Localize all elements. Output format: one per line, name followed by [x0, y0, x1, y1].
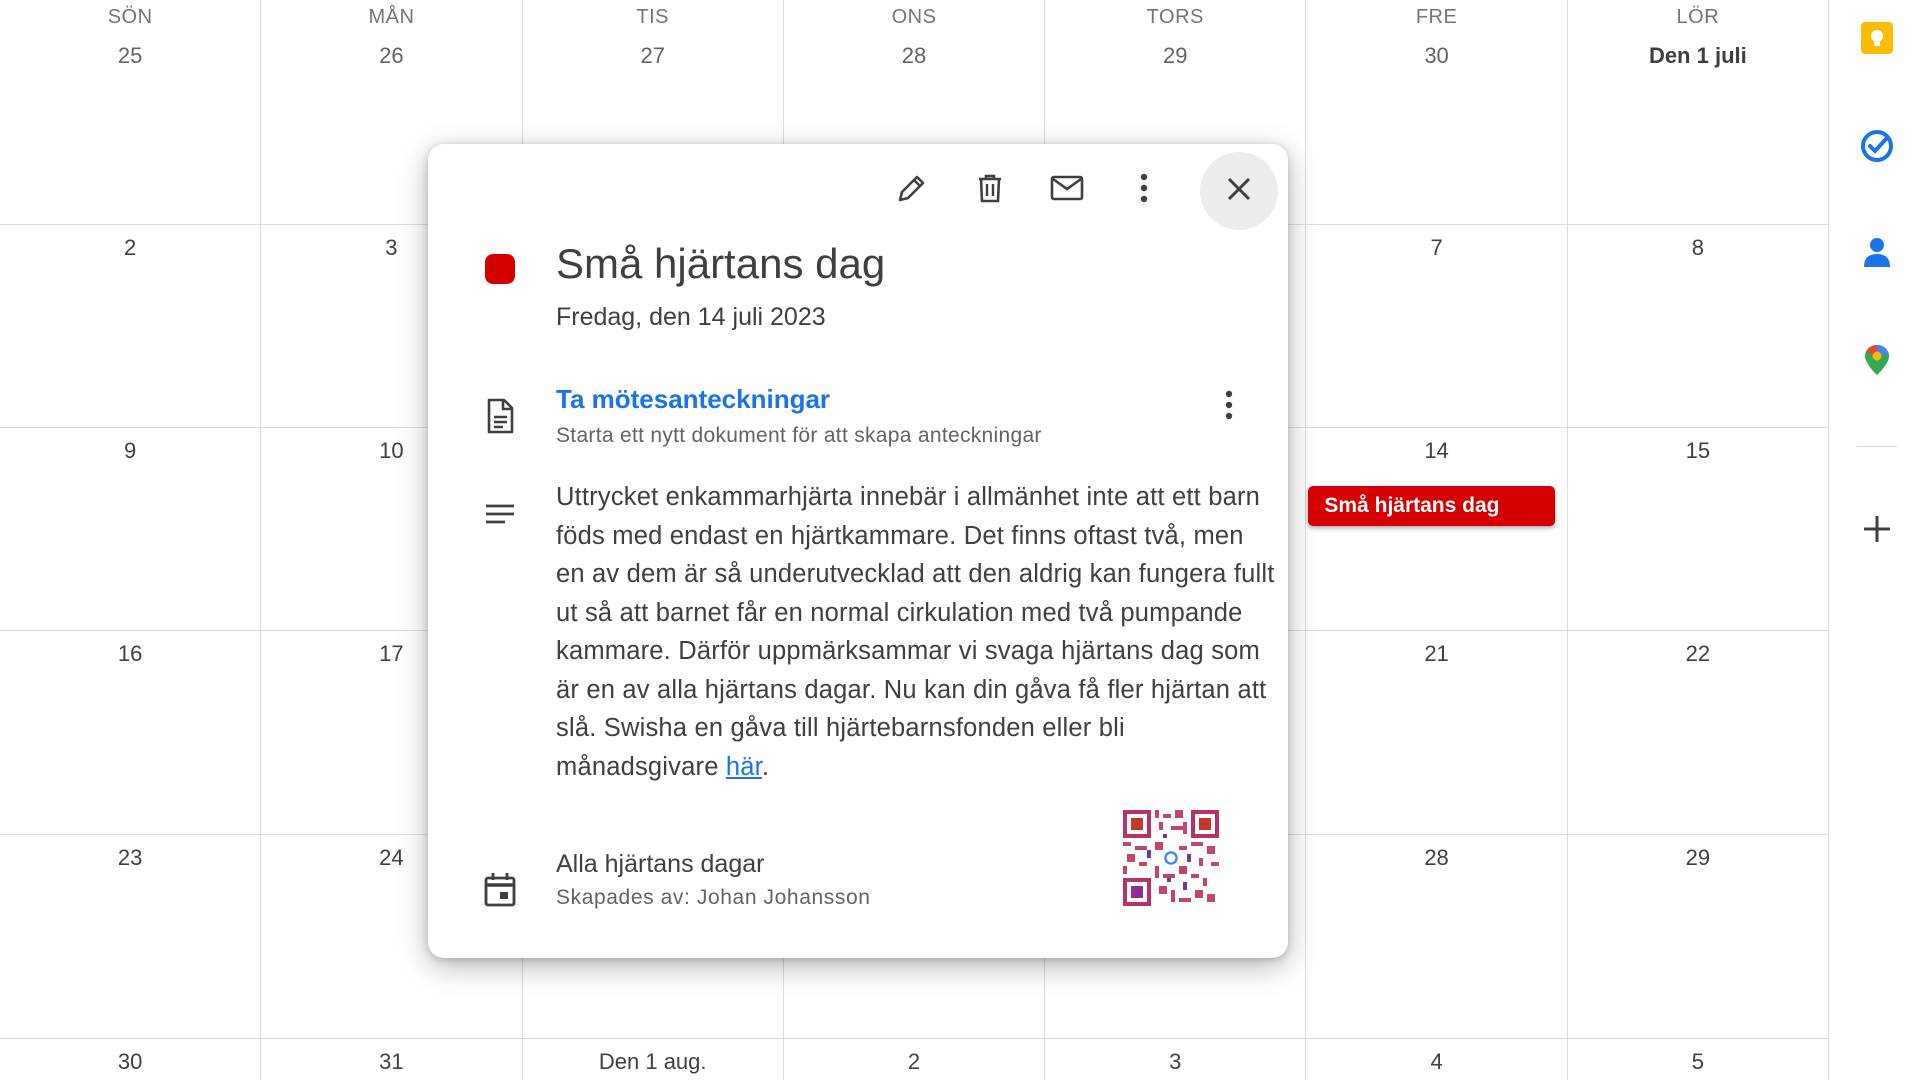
more-options-button[interactable] — [1122, 168, 1166, 212]
email-icon — [1049, 171, 1085, 210]
weekday-label: MÅN — [368, 6, 415, 28]
delete-button[interactable] — [968, 168, 1012, 212]
day-number[interactable]: 21 — [1306, 641, 1566, 667]
day-number[interactable]: 27 — [523, 43, 783, 69]
day-cell[interactable]: LÖR Den 1 juli — [1567, 0, 1829, 225]
calendar-icon — [480, 869, 520, 909]
close-icon — [1225, 175, 1253, 208]
day-cell[interactable]: 7 — [1306, 225, 1568, 428]
day-number[interactable]: 31 — [261, 1049, 521, 1075]
day-cell[interactable]: 29 — [1567, 835, 1829, 1039]
day-number[interactable]: 15 — [1568, 438, 1828, 464]
rail-divider — [1857, 446, 1897, 447]
day-number[interactable]: 4 — [1306, 1049, 1566, 1075]
day-number[interactable]: 25 — [0, 43, 260, 69]
day-cell[interactable]: 21 — [1306, 631, 1568, 835]
notes-subtitle: Starta ett nytt dokument för att skapa a… — [556, 424, 1042, 447]
day-number[interactable]: 14 — [1306, 438, 1566, 464]
day-number[interactable]: 3 — [1045, 1049, 1305, 1075]
day-number[interactable]: 7 — [1306, 235, 1566, 261]
day-cell[interactable]: FRE 30 — [1306, 0, 1568, 225]
delete-icon — [973, 171, 1007, 210]
calendar-owner: Skapades av: Johan Johansson — [556, 886, 871, 909]
description-text: Uttrycket enkammarhjärta innebär i allmä… — [556, 483, 1275, 781]
event-title: Små hjärtans dag — [556, 240, 886, 287]
day-cell[interactable]: Den 1 aug. — [523, 1039, 784, 1080]
day-number[interactable]: Den 1 aug. — [523, 1049, 783, 1075]
more-icon — [1214, 390, 1244, 428]
day-cell[interactable]: 9 — [0, 428, 262, 631]
weekday-label: TIS — [636, 6, 670, 28]
day-number[interactable]: 30 — [1306, 43, 1566, 69]
day-number[interactable]: 2 — [0, 235, 260, 261]
day-cell[interactable]: 15 — [1567, 428, 1829, 631]
calendar-name: Alla hjärtans dagar — [556, 850, 765, 878]
day-cell[interactable]: 3 — [1045, 1039, 1307, 1080]
day-cell[interactable]: 31 — [261, 1039, 523, 1080]
day-number[interactable]: 28 — [1306, 845, 1566, 871]
keep-icon[interactable] — [1859, 20, 1895, 56]
day-cell[interactable]: 23 — [0, 835, 262, 1039]
event-date: Fredag, den 14 juli 2023 — [556, 303, 826, 331]
event-chip[interactable]: Små hjärtans dag — [1308, 486, 1556, 526]
event-details-popup: Små hjärtans dag Fredag, den 14 juli 202… — [428, 144, 1288, 958]
close-button[interactable] — [1200, 152, 1278, 230]
day-cell[interactable]: 14 Små hjärtans dag — [1306, 428, 1568, 631]
day-cell[interactable]: 2 — [0, 225, 262, 428]
event-description: Uttrycket enkammarhjärta innebär i allmä… — [556, 478, 1276, 786]
qr-code — [1123, 810, 1219, 906]
day-cell[interactable]: 22 — [1567, 631, 1829, 835]
day-number[interactable]: 30 — [0, 1049, 260, 1075]
day-number[interactable]: 23 — [0, 845, 260, 871]
day-number[interactable]: 9 — [0, 438, 260, 464]
day-number[interactable]: 28 — [784, 43, 1044, 69]
day-number[interactable]: 29 — [1045, 43, 1305, 69]
day-number[interactable]: 26 — [261, 43, 521, 69]
day-cell[interactable]: 8 — [1567, 225, 1829, 428]
contacts-icon[interactable] — [1859, 234, 1895, 270]
description-end: . — [761, 752, 770, 781]
weekday-label: SÖN — [107, 6, 153, 28]
weekday-label: LÖR — [1676, 6, 1720, 28]
day-number[interactable]: Den 1 juli — [1568, 43, 1828, 69]
day-cell[interactable]: 30 — [0, 1039, 262, 1080]
description-icon — [480, 496, 520, 536]
donate-link[interactable]: här — [726, 753, 762, 781]
day-cell[interactable]: 5 — [1568, 1039, 1829, 1080]
day-number[interactable]: 2 — [784, 1049, 1044, 1075]
tasks-icon[interactable] — [1859, 128, 1895, 164]
day-cell[interactable]: 16 — [0, 631, 262, 835]
document-icon — [480, 396, 520, 436]
add-icon[interactable] — [1859, 511, 1895, 547]
side-rail — [1829, 0, 1920, 1080]
day-cell[interactable]: 28 — [1306, 835, 1568, 1039]
day-number[interactable]: 8 — [1568, 235, 1828, 261]
weekday-label: ONS — [891, 6, 937, 28]
maps-icon[interactable] — [1859, 342, 1895, 378]
weekday-label: FRE — [1415, 6, 1458, 28]
notes-more-button[interactable] — [1214, 384, 1244, 424]
day-cell[interactable]: 2 — [784, 1039, 1046, 1080]
day-cell[interactable]: 4 — [1306, 1039, 1568, 1080]
day-number[interactable]: 5 — [1568, 1049, 1828, 1075]
take-meeting-notes-link[interactable]: Ta mötesanteckningar — [556, 384, 830, 415]
day-number[interactable]: 29 — [1568, 845, 1828, 871]
weekday-label: TORS — [1146, 6, 1204, 28]
event-color-swatch — [485, 254, 515, 284]
day-number[interactable]: 22 — [1568, 641, 1828, 667]
more-icon — [1139, 171, 1149, 210]
day-cell[interactable]: SÖN 25 — [0, 0, 262, 225]
day-number[interactable]: 16 — [0, 641, 260, 667]
email-guests-button[interactable] — [1045, 168, 1089, 212]
edit-button[interactable] — [890, 168, 934, 212]
edit-icon — [895, 171, 929, 210]
